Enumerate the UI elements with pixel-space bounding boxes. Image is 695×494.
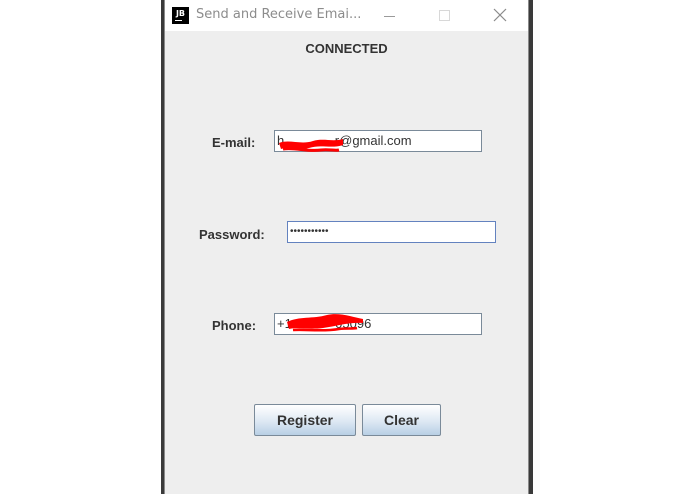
jetbrains-app-icon: JB (172, 7, 189, 24)
phone-label: Phone: (212, 318, 257, 333)
email-field-value: h r@gmail.com (277, 133, 412, 148)
close-button[interactable] (477, 0, 522, 31)
minimize-icon (384, 16, 395, 17)
app-icon-text: JB (175, 9, 186, 18)
app-window: JB Send and Receive Emai... CONNECTED E-… (164, 0, 529, 494)
register-button[interactable]: Register (254, 404, 356, 436)
clear-button[interactable]: Clear (362, 404, 441, 436)
phone-field[interactable]: +1 05096 (274, 313, 482, 335)
screen: JB Send and Receive Emai... CONNECTED E-… (0, 0, 695, 494)
title-bar[interactable]: JB Send and Receive Emai... (165, 0, 528, 31)
maximize-icon (439, 10, 450, 21)
password-label: Password: (199, 227, 265, 242)
password-field-value: ••••••••••• (290, 226, 329, 237)
background-strip-right (529, 0, 533, 494)
phone-field-value: +1 05096 (277, 316, 372, 331)
window-title: Send and Receive Emai... (196, 7, 362, 22)
close-icon (493, 8, 507, 22)
email-field[interactable]: h r@gmail.com (274, 130, 482, 152)
email-label: E-mail: (212, 135, 256, 150)
password-field[interactable]: ••••••••••• (287, 221, 496, 243)
maximize-button[interactable] (422, 0, 467, 31)
connection-status: CONNECTED (305, 41, 388, 56)
minimize-button[interactable] (367, 0, 412, 31)
